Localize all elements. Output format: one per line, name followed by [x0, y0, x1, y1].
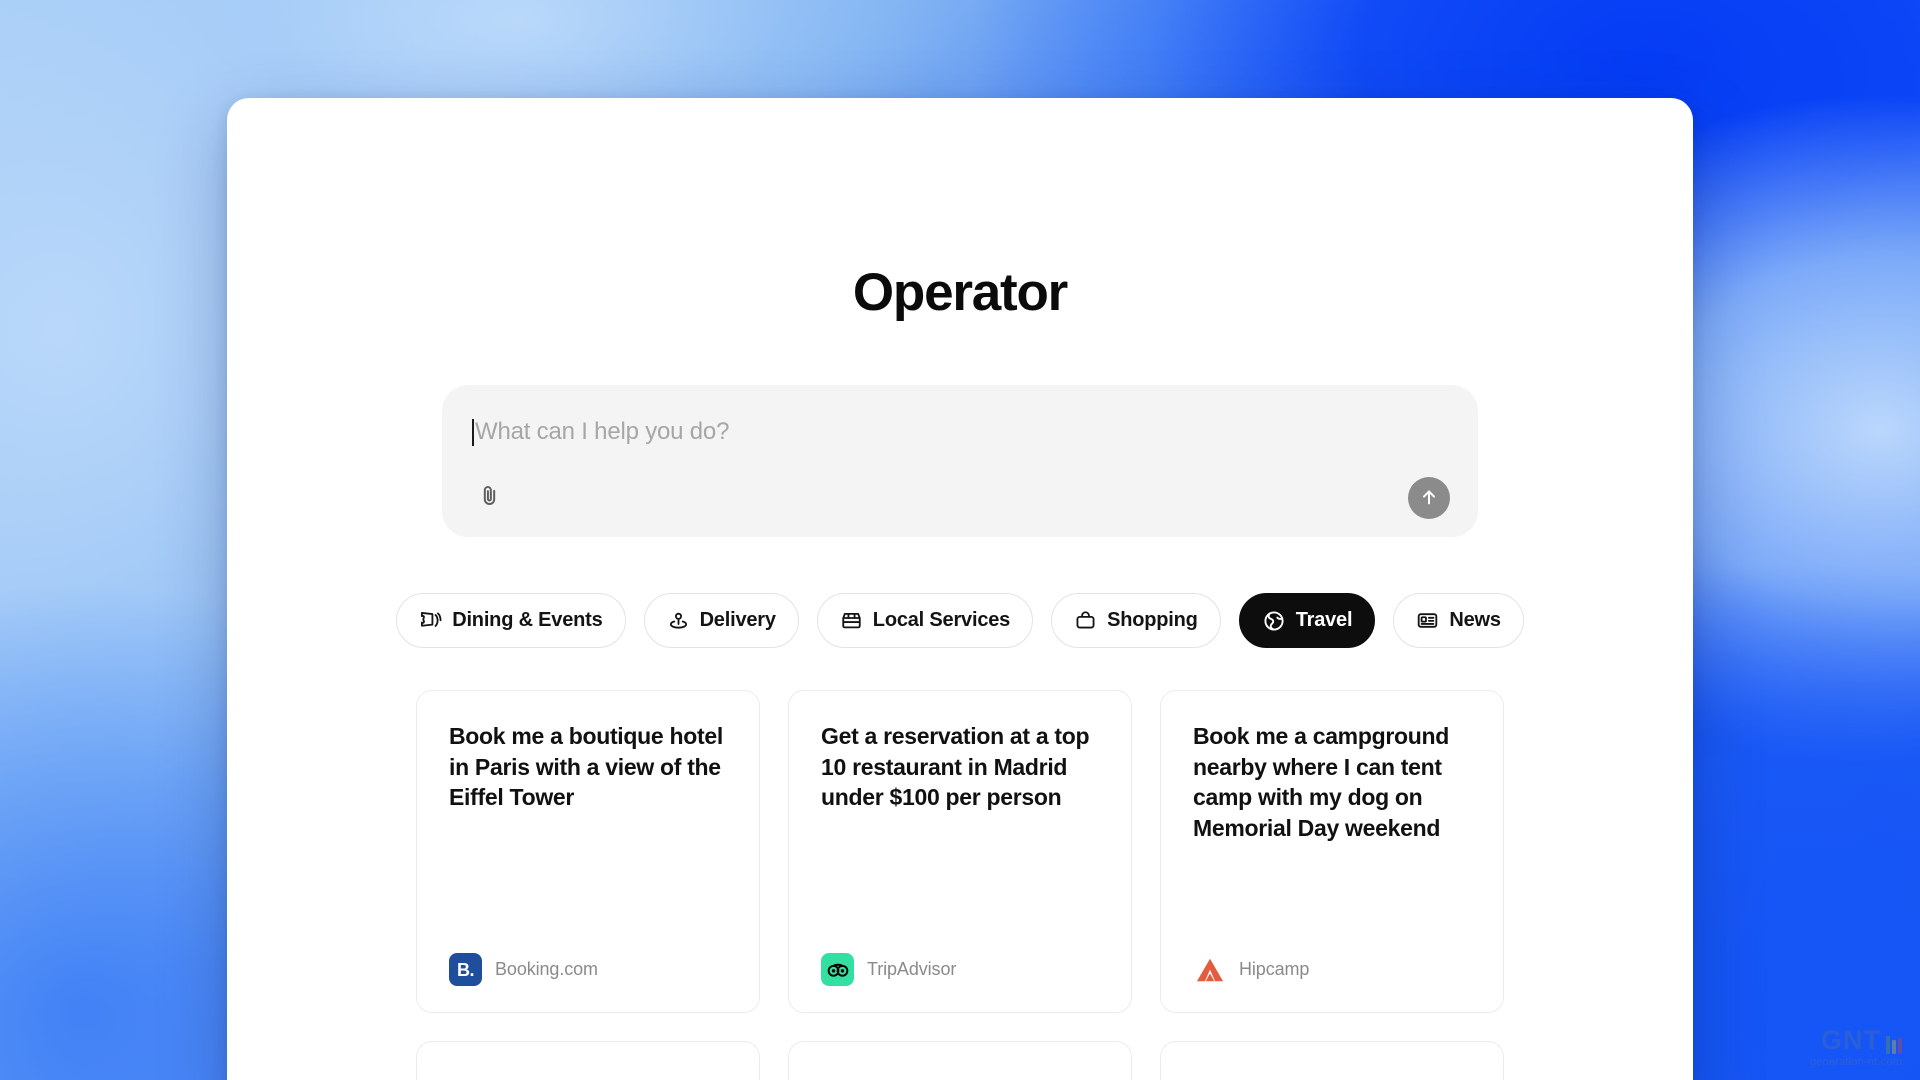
- suggestion-prompt: Book me a campground nearby where I can …: [1193, 723, 1449, 841]
- suggestion-card[interactable]: Book me a boutique hotel in Paris with a…: [416, 690, 760, 1013]
- category-chip-label: Local Services: [872, 609, 1011, 631]
- watermark-url: generation-nt.com: [1809, 1056, 1902, 1068]
- send-button[interactable]: [1408, 477, 1450, 519]
- suggestion-card[interactable]: Book me a campground nearby where I can …: [1160, 690, 1504, 1013]
- tripadvisor-logo-icon: [821, 953, 854, 986]
- category-chip-label: Travel: [1295, 609, 1353, 631]
- watermark-color-bars: [1886, 1034, 1902, 1054]
- suggestion-source: TripAdvisor: [821, 953, 1099, 986]
- category-chip-label: News: [1449, 609, 1501, 631]
- storefront-icon: [840, 609, 863, 632]
- page-title: Operator: [852, 263, 1068, 322]
- suggestion-source-name: Hipcamp: [1239, 959, 1310, 979]
- category-chip-label: Shopping: [1107, 609, 1198, 631]
- suggestion-source-name: TripAdvisor: [867, 959, 957, 979]
- desktop-background: Operator What can I help you do? Dining …: [0, 0, 1920, 1080]
- suggestion-source-name: Booking.com: [495, 959, 598, 979]
- category-chip-shopping[interactable]: Shopping: [1051, 593, 1221, 648]
- suggestion-card[interactable]: [788, 1041, 1132, 1080]
- category-chip-local-services[interactable]: Local Services: [816, 593, 1034, 648]
- booking-logo-icon: B.: [449, 953, 482, 986]
- ticket-icon: [419, 609, 442, 632]
- suggestion-prompt: Book me a boutique hotel in Paris with a…: [449, 723, 723, 811]
- suggestion-source: Hipcamp: [1193, 953, 1471, 986]
- paperclip-icon: [477, 483, 502, 513]
- composer-toolbar: [468, 477, 1452, 519]
- watermark-row: GNT: [1810, 1025, 1902, 1056]
- attach-file-button[interactable]: [470, 479, 508, 517]
- globe-icon: [1262, 609, 1286, 633]
- category-chip-label: Delivery: [699, 609, 776, 631]
- prompt-input[interactable]: What can I help you do?: [468, 411, 1452, 453]
- watermark-bar-green: [1886, 1036, 1890, 1054]
- category-chip-news[interactable]: News: [1393, 593, 1524, 648]
- hipcamp-logo-icon: [1193, 953, 1226, 986]
- watermark-logo: GNT: [1821, 1025, 1881, 1056]
- category-chip-delivery[interactable]: Delivery: [643, 593, 799, 648]
- category-chip-travel[interactable]: Travel: [1238, 593, 1376, 648]
- arrow-up-icon: [1418, 486, 1440, 511]
- prompt-composer[interactable]: What can I help you do?: [442, 385, 1478, 537]
- suggestion-card[interactable]: Get a reservation at a top 10 restaurant…: [788, 690, 1132, 1013]
- app-content-area: Operator What can I help you do? Dining …: [227, 98, 1693, 1080]
- suggestion-prompt: Get a reservation at a top 10 restaurant…: [821, 723, 1090, 811]
- watermark-bar-red: [1898, 1038, 1902, 1054]
- operator-app-window: Operator What can I help you do? Dining …: [227, 98, 1693, 1080]
- newspaper-icon: [1416, 609, 1439, 632]
- prompt-placeholder: What can I help you do?: [475, 418, 730, 445]
- watermark-bar-yellow: [1892, 1040, 1896, 1054]
- category-chip-dining-events[interactable]: Dining & Events: [396, 593, 626, 648]
- suggestion-card-grid: Book me a boutique hotel in Paris with a…: [227, 690, 1693, 1013]
- watermark: GNT generation-nt.com: [1809, 1025, 1902, 1068]
- booking-logo-mark: B.: [457, 959, 475, 980]
- suggestion-card-grid-next-row: [227, 1041, 1693, 1080]
- suggestion-source: B. Booking.com: [449, 953, 727, 986]
- category-chip-row: Dining & Events Delivery Local Services …: [227, 593, 1693, 648]
- shopping-bag-icon: [1074, 609, 1097, 632]
- category-chip-label: Dining & Events: [452, 609, 603, 631]
- location-pin-icon: [667, 609, 690, 632]
- suggestion-card[interactable]: [1160, 1041, 1504, 1080]
- suggestion-card[interactable]: [416, 1041, 760, 1080]
- text-caret: [472, 418, 474, 446]
